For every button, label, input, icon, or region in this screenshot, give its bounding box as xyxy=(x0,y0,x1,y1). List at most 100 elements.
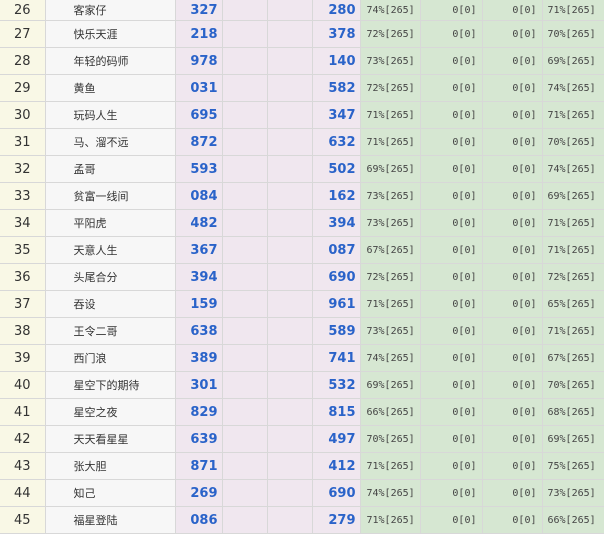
name-cell: 贫富一线间 xyxy=(45,182,176,210)
rank-cell: 27 xyxy=(0,20,46,48)
blank-cell xyxy=(267,0,313,21)
percent-1-cell: 73%[265] xyxy=(360,317,421,345)
rank-cell: 41 xyxy=(0,398,46,426)
percent-2-cell: 71%[265] xyxy=(542,317,604,345)
name-cell: 玩码人生 xyxy=(45,101,176,129)
percent-2-cell: 72%[265] xyxy=(542,263,604,291)
zero-2-cell: 0[0] xyxy=(482,398,543,426)
percent-2-cell: 71%[265] xyxy=(542,236,604,264)
rank-cell: 39 xyxy=(0,344,46,372)
percent-2-cell: 68%[265] xyxy=(542,398,604,426)
number-b-cell: 280 xyxy=(312,0,361,21)
blank-cell xyxy=(267,479,313,507)
name-cell: 客家仔 xyxy=(45,0,176,21)
rank-cell: 44 xyxy=(0,479,46,507)
table-row: 29 黄鱼 031 582 72%[265] 0[0] 0[0] 74%[265] xyxy=(0,74,604,102)
name-cell: 王令二哥 xyxy=(45,317,176,345)
percent-1-cell: 69%[265] xyxy=(360,155,421,183)
blank-cell xyxy=(222,479,268,507)
percent-2-cell: 74%[265] xyxy=(542,74,604,102)
name-cell: 知己 xyxy=(45,479,176,507)
zero-1-cell: 0[0] xyxy=(420,317,483,345)
name-cell: 天天看星星 xyxy=(45,425,176,453)
rank-cell: 33 xyxy=(0,182,46,210)
percent-2-cell: 71%[265] xyxy=(542,101,604,129)
rank-cell: 35 xyxy=(0,236,46,264)
name-cell: 天意人生 xyxy=(45,236,176,264)
table-row: 36 头尾合分 394 690 72%[265] 0[0] 0[0] 72%[265] xyxy=(0,263,604,291)
percent-2-cell: 66%[265] xyxy=(542,506,604,534)
number-b-cell: 412 xyxy=(312,452,361,480)
rank-cell: 38 xyxy=(0,317,46,345)
number-b-cell: 140 xyxy=(312,47,361,75)
percent-1-cell: 74%[265] xyxy=(360,479,421,507)
zero-2-cell: 0[0] xyxy=(482,263,543,291)
percent-1-cell: 74%[265] xyxy=(360,0,421,21)
zero-2-cell: 0[0] xyxy=(482,101,543,129)
number-a-cell: 031 xyxy=(175,74,223,102)
table-row: 42 天天看星星 639 497 70%[265] 0[0] 0[0] 69%[265] xyxy=(0,425,604,453)
number-b-cell: 502 xyxy=(312,155,361,183)
blank-cell xyxy=(267,20,313,48)
percent-1-cell: 73%[265] xyxy=(360,47,421,75)
percent-2-cell: 70%[265] xyxy=(542,128,604,156)
number-a-cell: 159 xyxy=(175,290,223,318)
name-cell: 孟哥 xyxy=(45,155,176,183)
blank-cell xyxy=(222,74,268,102)
number-a-cell: 871 xyxy=(175,452,223,480)
blank-cell xyxy=(267,128,313,156)
percent-2-cell: 75%[265] xyxy=(542,452,604,480)
name-cell: 吞设 xyxy=(45,290,176,318)
percent-1-cell: 67%[265] xyxy=(360,236,421,264)
blank-cell xyxy=(267,101,313,129)
zero-1-cell: 0[0] xyxy=(420,209,483,237)
zero-1-cell: 0[0] xyxy=(420,506,483,534)
table-row: 32 孟哥 593 502 69%[265] 0[0] 0[0] 74%[265] xyxy=(0,155,604,183)
percent-1-cell: 71%[265] xyxy=(360,290,421,318)
percent-1-cell: 72%[265] xyxy=(360,263,421,291)
number-a-cell: 218 xyxy=(175,20,223,48)
number-b-cell: 378 xyxy=(312,20,361,48)
rank-cell: 28 xyxy=(0,47,46,75)
blank-cell xyxy=(222,128,268,156)
table-row: 41 星空之夜 829 815 66%[265] 0[0] 0[0] 68%[265] xyxy=(0,398,604,426)
zero-1-cell: 0[0] xyxy=(420,182,483,210)
table-row: 30 玩码人生 695 347 71%[265] 0[0] 0[0] 71%[265] xyxy=(0,101,604,129)
zero-2-cell: 0[0] xyxy=(482,479,543,507)
name-cell: 星空之夜 xyxy=(45,398,176,426)
number-a-cell: 482 xyxy=(175,209,223,237)
number-b-cell: 087 xyxy=(312,236,361,264)
zero-1-cell: 0[0] xyxy=(420,263,483,291)
percent-2-cell: 69%[265] xyxy=(542,182,604,210)
name-cell: 福星登陆 xyxy=(45,506,176,534)
zero-2-cell: 0[0] xyxy=(482,74,543,102)
number-b-cell: 815 xyxy=(312,398,361,426)
zero-1-cell: 0[0] xyxy=(420,0,483,21)
zero-1-cell: 0[0] xyxy=(420,20,483,48)
percent-1-cell: 73%[265] xyxy=(360,209,421,237)
zero-1-cell: 0[0] xyxy=(420,425,483,453)
blank-cell xyxy=(222,398,268,426)
blank-cell xyxy=(267,506,313,534)
zero-2-cell: 0[0] xyxy=(482,425,543,453)
number-a-cell: 639 xyxy=(175,425,223,453)
blank-cell xyxy=(222,506,268,534)
table-row: 35 天意人生 367 087 67%[265] 0[0] 0[0] 71%[265] xyxy=(0,236,604,264)
table-row: 26 客家仔 327 280 74%[265] 0[0] 0[0] 71%[265] xyxy=(0,0,604,21)
number-b-cell: 632 xyxy=(312,128,361,156)
rank-cell: 40 xyxy=(0,371,46,399)
rank-cell: 36 xyxy=(0,263,46,291)
name-cell: 黄鱼 xyxy=(45,74,176,102)
zero-2-cell: 0[0] xyxy=(482,20,543,48)
percent-2-cell: 70%[265] xyxy=(542,371,604,399)
zero-2-cell: 0[0] xyxy=(482,452,543,480)
name-cell: 头尾合分 xyxy=(45,263,176,291)
zero-1-cell: 0[0] xyxy=(420,47,483,75)
rank-cell: 45 xyxy=(0,506,46,534)
blank-cell xyxy=(267,236,313,264)
blank-cell xyxy=(222,344,268,372)
number-b-cell: 690 xyxy=(312,263,361,291)
zero-2-cell: 0[0] xyxy=(482,155,543,183)
number-b-cell: 961 xyxy=(312,290,361,318)
zero-2-cell: 0[0] xyxy=(482,506,543,534)
